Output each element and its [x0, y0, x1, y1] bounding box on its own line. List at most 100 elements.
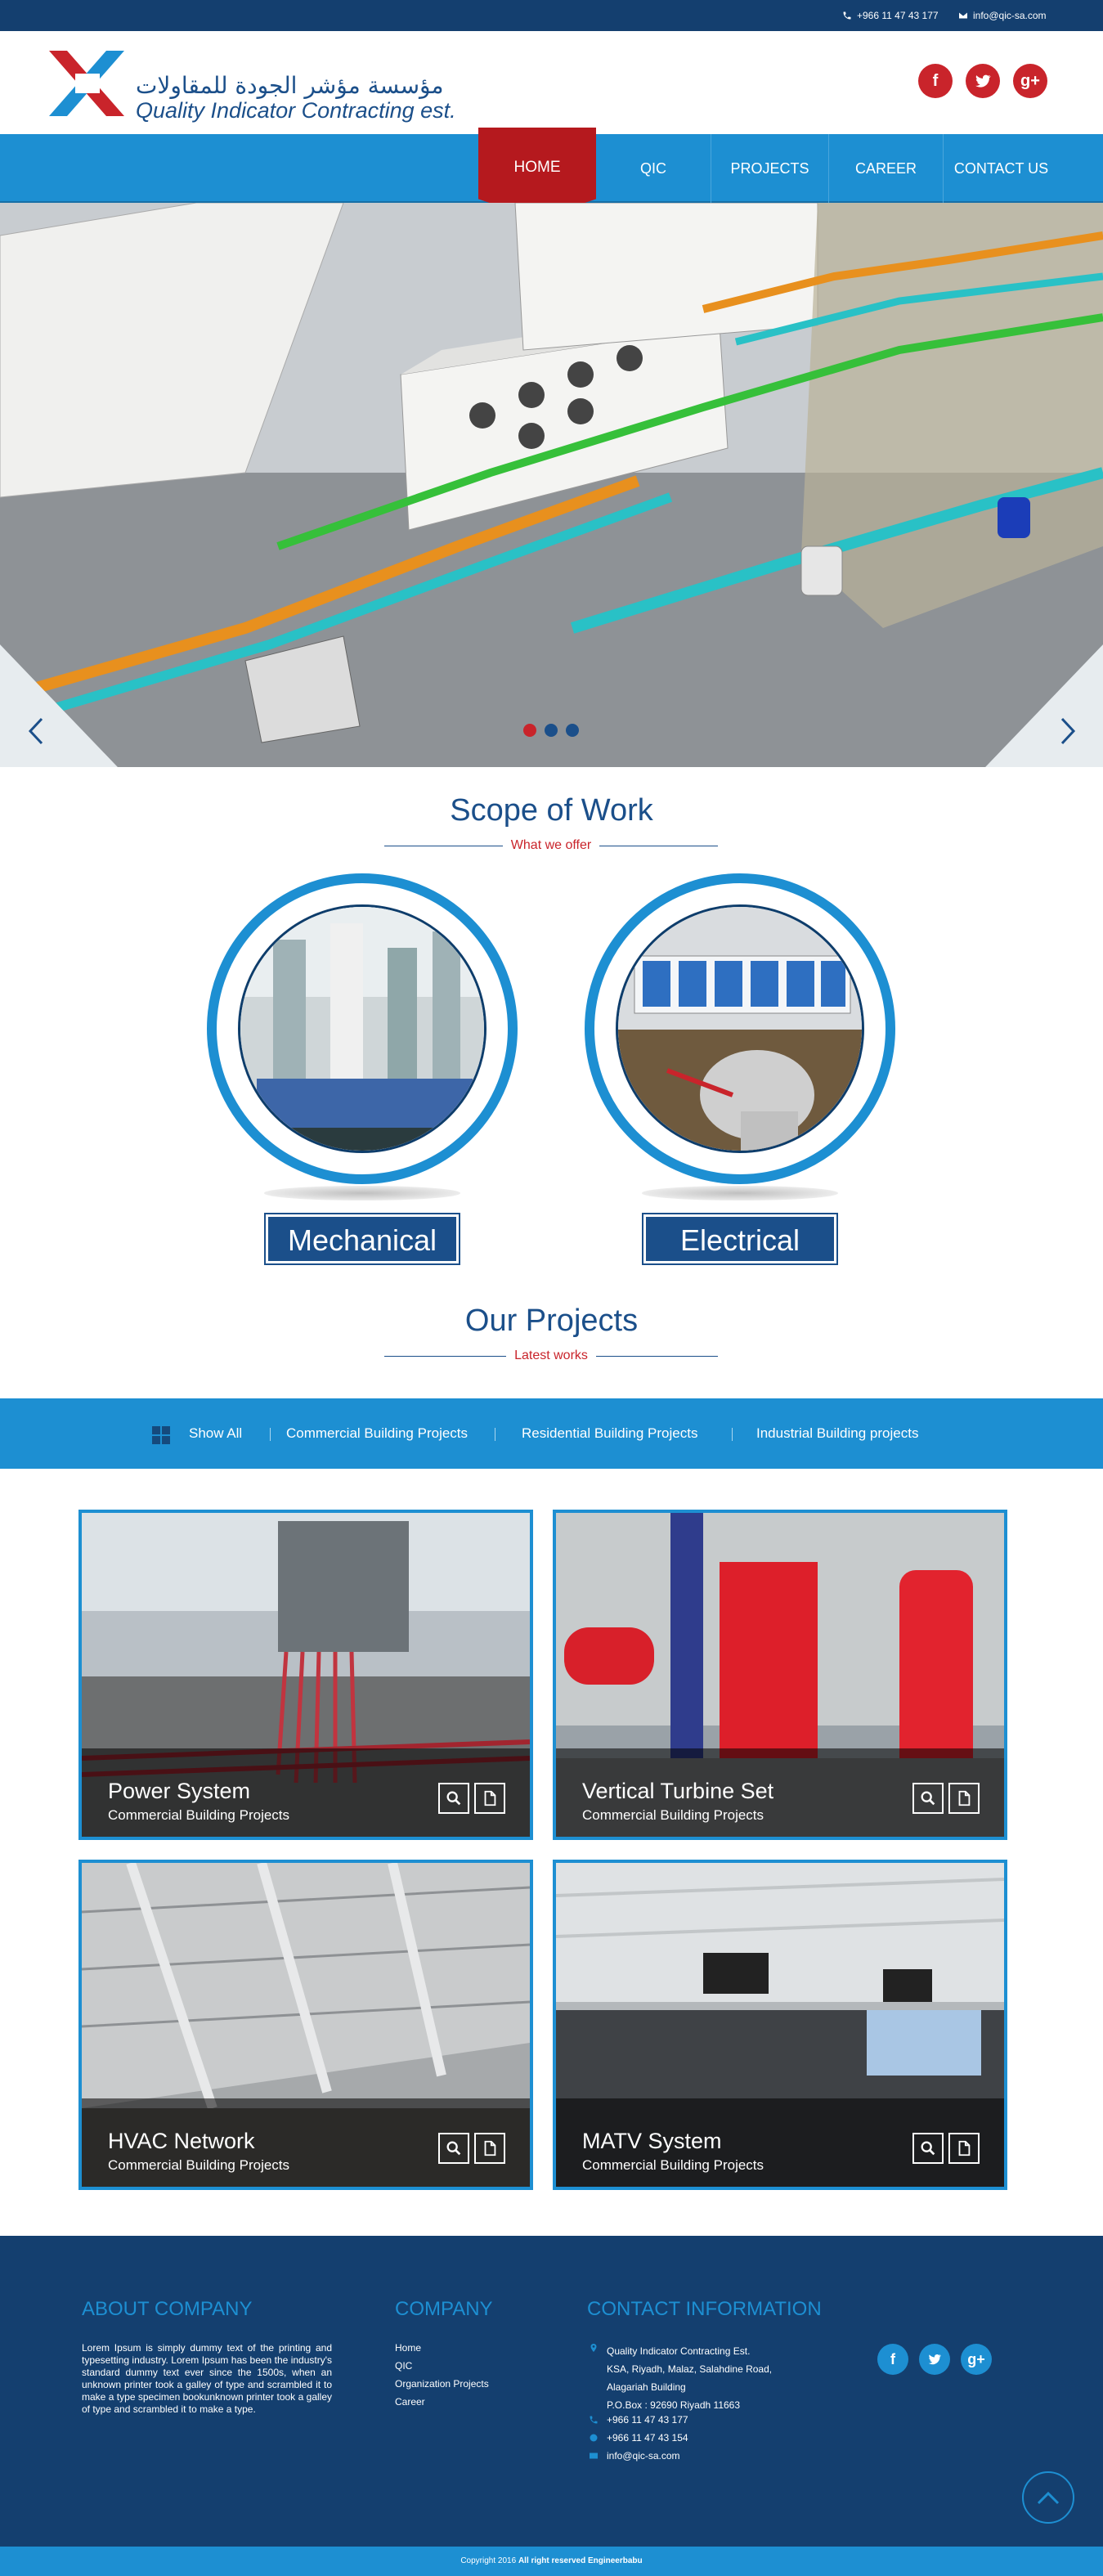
- header-social-links: f g+: [918, 64, 1047, 98]
- globe-icon: [590, 2434, 598, 2442]
- footer-fax: +966 11 47 43 154: [589, 2432, 688, 2444]
- footer-email-text[interactable]: info@qic-sa.com: [607, 2450, 680, 2462]
- hvac-rooftop-illustration: [0, 203, 1103, 767]
- document-icon[interactable]: [481, 1789, 499, 1807]
- google-plus-icon[interactable]: g+: [1013, 64, 1047, 98]
- scope-electrical-label[interactable]: Electrical: [643, 1214, 836, 1263]
- hero-slider: [0, 203, 1103, 767]
- address-line-4: P.O.Box : 92690 Riyadh 11663: [607, 2399, 741, 2411]
- zoom-button[interactable]: [912, 2133, 944, 2164]
- project-filter-bar: Show All Commercial Building Projects Re…: [0, 1398, 1103, 1469]
- footer-fax-text: +966 11 47 43 154: [607, 2432, 688, 2444]
- footer-link-career[interactable]: Career: [395, 2396, 425, 2408]
- address-line-1: Quality Indicator Contracting Est.: [607, 2345, 751, 2357]
- card-category: Commercial Building Projects: [108, 2157, 290, 2173]
- scope-mechanical-label[interactable]: Mechanical: [266, 1214, 459, 1263]
- footer-google-plus-icon[interactable]: g+: [961, 2344, 992, 2375]
- card-title: HVAC Network: [108, 2129, 255, 2153]
- slider-prev-button[interactable]: [20, 716, 52, 751]
- nav-home-label[interactable]: HOME: [514, 159, 561, 177]
- footer-address: Quality Indicator Contracting Est. KSA, …: [589, 2342, 772, 2414]
- footer-link-home[interactable]: Home: [395, 2342, 421, 2354]
- facebook-icon[interactable]: f: [918, 64, 953, 98]
- magnifier-icon[interactable]: [445, 2139, 463, 2157]
- footer-twitter-icon[interactable]: [919, 2344, 950, 2375]
- site-header: مؤسسة مؤشر الجودة للمقاولات Quality Indi…: [0, 31, 1103, 134]
- chevron-right-icon[interactable]: [1059, 717, 1077, 745]
- magnifier-icon[interactable]: [445, 1789, 463, 1807]
- top-phone: +966 11 47 43 177: [842, 10, 939, 21]
- footer-email[interactable]: info@qic-sa.com: [589, 2450, 680, 2462]
- details-button[interactable]: [948, 2133, 980, 2164]
- copyright-prefix: Copyright 2016: [460, 2556, 517, 2565]
- footer-facebook-icon[interactable]: f: [877, 2344, 908, 2375]
- grid-icon[interactable]: [152, 1426, 170, 1444]
- card-title: Power System: [108, 1779, 251, 1803]
- footer-link-qic[interactable]: QIC: [395, 2360, 412, 2372]
- chevron-left-icon[interactable]: [27, 717, 45, 745]
- zoom-button[interactable]: [912, 1783, 944, 1814]
- zoom-button[interactable]: [438, 1783, 469, 1814]
- location-pin-icon: [590, 2344, 597, 2352]
- document-icon[interactable]: [481, 2139, 499, 2157]
- footer-link-organization-projects[interactable]: Organization Projects: [395, 2378, 489, 2390]
- details-button[interactable]: [948, 1783, 980, 1814]
- details-button[interactable]: [474, 2133, 505, 2164]
- slider-next-button[interactable]: [1051, 716, 1084, 751]
- zoom-button[interactable]: [438, 2133, 469, 2164]
- nav-item-qic[interactable]: QIC: [596, 134, 711, 203]
- top-email-text[interactable]: info@qic-sa.com: [973, 10, 1047, 21]
- slider-dot-2[interactable]: [545, 724, 558, 737]
- scope-mechanical-image[interactable]: [207, 873, 518, 1184]
- slider-dot-1[interactable]: [523, 724, 536, 737]
- document-icon[interactable]: [955, 1789, 973, 1807]
- brand-name-arabic: مؤسسة مؤشر الجودة للمقاولات: [136, 72, 444, 99]
- card-category: Commercial Building Projects: [582, 2157, 764, 2173]
- project-card-hvac-network[interactable]: HVAC Network Commercial Building Project…: [78, 1860, 533, 2190]
- mechanical-photo: [238, 904, 486, 1153]
- document-icon[interactable]: [955, 2139, 973, 2157]
- top-contact-bar: +966 11 47 43 177 info@qic-sa.com: [0, 0, 1103, 31]
- filter-show-all[interactable]: Show All: [189, 1425, 242, 1442]
- site-footer: ABOUT COMPANY Lorem Ipsum is simply dumm…: [0, 2236, 1103, 2547]
- card-category: Commercial Building Projects: [582, 1807, 764, 1823]
- hero-slide-image: [0, 203, 1103, 767]
- details-button[interactable]: [474, 1783, 505, 1814]
- project-card-power-system[interactable]: Power System Commercial Building Project…: [78, 1510, 533, 1840]
- slider-pagination: [523, 724, 579, 737]
- electrical-photo: [616, 904, 864, 1153]
- nav-item-contact-us[interactable]: CONTACT US: [943, 134, 1059, 203]
- envelope-icon: [959, 12, 967, 19]
- project-card-vertical-turbine-set[interactable]: Vertical Turbine Set Commercial Building…: [553, 1510, 1007, 1840]
- scope-subtitle-text: What we offer: [510, 838, 592, 852]
- footer-company-title: COMPANY: [395, 2298, 493, 2320]
- slider-dot-3[interactable]: [566, 724, 579, 737]
- scope-subtitle: What we offer: [384, 837, 719, 854]
- footer-contact-title: CONTACT INFORMATION: [587, 2298, 822, 2320]
- project-card-matv-system[interactable]: MATV System Commercial Building Projects: [553, 1860, 1007, 2190]
- filter-industrial[interactable]: Industrial Building projects: [756, 1425, 918, 1442]
- filter-commercial[interactable]: Commercial Building Projects: [286, 1425, 468, 1442]
- top-phone-text: +966 11 47 43 177: [857, 10, 939, 21]
- back-to-top-button[interactable]: [1022, 2471, 1074, 2524]
- nav-item-career[interactable]: CAREER: [828, 134, 943, 203]
- brand-name-english: Quality Indicator Contracting est.: [136, 98, 456, 123]
- phone-icon: [843, 11, 851, 20]
- nav-item-projects[interactable]: PROJECTS: [711, 134, 828, 203]
- magnifier-icon[interactable]: [919, 1789, 937, 1807]
- card-category: Commercial Building Projects: [108, 1807, 290, 1823]
- projects-title: Our Projects: [464, 1304, 639, 1338]
- qic-logo-icon[interactable]: [43, 41, 132, 123]
- footer-about-title: ABOUT COMPANY: [82, 2298, 253, 2320]
- address-line-2: KSA, Riyadh, Malaz, Salahdine Road,: [607, 2363, 773, 2375]
- magnifier-icon[interactable]: [919, 2139, 937, 2157]
- filter-residential[interactable]: Residential Building Projects: [522, 1425, 697, 1442]
- envelope-icon: [590, 2453, 598, 2459]
- top-email[interactable]: info@qic-sa.com: [958, 10, 1047, 21]
- scope-title: Scope of Work: [450, 793, 653, 828]
- electrical-shadow: [642, 1186, 838, 1200]
- scope-electrical-image[interactable]: [585, 873, 895, 1184]
- chevron-up-icon[interactable]: [1037, 2490, 1060, 2505]
- twitter-icon[interactable]: [966, 64, 1000, 98]
- card-title: MATV System: [582, 2129, 722, 2153]
